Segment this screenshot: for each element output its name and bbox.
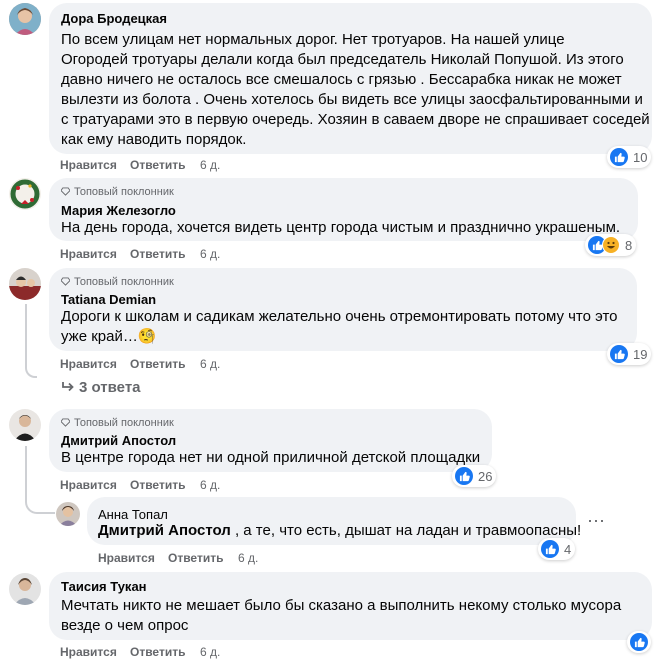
comment-author[interactable]: Дмитрий Апостол	[61, 433, 176, 448]
reaction-count[interactable]: 4	[538, 538, 576, 560]
reply-author[interactable]: Анна Топал	[98, 507, 168, 522]
comment-text-line: В центре города нет ни одной приличной д…	[61, 449, 481, 466]
avatar[interactable]	[56, 502, 80, 526]
avatar[interactable]	[9, 409, 41, 441]
comment-text-line: везде о чем опрос	[61, 617, 189, 634]
comment-text-line: Мечтать никто не мешает было бы сказано …	[61, 597, 622, 614]
diamond-icon	[61, 277, 70, 286]
like-button[interactable]: Нравится	[60, 645, 117, 659]
reply-button[interactable]: Ответить	[130, 645, 185, 659]
diamond-icon	[61, 187, 70, 196]
comment-text-line: На день города, хочется видеть центр гор…	[61, 219, 621, 236]
avatar[interactable]	[9, 178, 41, 210]
reply-button[interactable]: Ответить	[130, 158, 185, 172]
timestamp[interactable]: 6 д.	[200, 357, 220, 371]
timestamp[interactable]: 6 д.	[200, 247, 220, 261]
top-fan-badge: Топовый поклонник	[61, 417, 174, 429]
like-button[interactable]: Нравится	[60, 357, 117, 371]
comment-text-line: с тратуарами это в первую очередь. Хозяи…	[61, 111, 650, 128]
reaction-count[interactable]: 8	[585, 234, 637, 256]
comment-text-line: как ему наводить порядок.	[61, 131, 247, 148]
view-replies-link[interactable]: 3 ответа	[61, 379, 141, 396]
like-icon	[541, 540, 559, 558]
timestamp[interactable]: 6 д.	[200, 158, 220, 172]
timestamp[interactable]: 6 д.	[200, 645, 220, 659]
mention-link[interactable]: Дмитрий Апостол	[98, 522, 231, 539]
reaction-count[interactable]: 26	[452, 465, 497, 487]
avatar[interactable]	[9, 573, 41, 605]
reply-button[interactable]: Ответить	[130, 357, 185, 371]
top-fan-badge: Топовый поклонник	[61, 276, 174, 288]
comment-author[interactable]: Tatiana Demian	[61, 292, 156, 307]
comment-text-line: вылезти из болота . Очень хотелось бы ви…	[61, 91, 643, 108]
avatar[interactable]	[9, 268, 41, 300]
reply-button[interactable]: Ответить	[168, 551, 223, 565]
haha-icon	[602, 236, 620, 254]
comment-actions: Нравится Ответить 6 д.	[60, 645, 260, 661]
more-options-icon[interactable]: ⋯	[587, 511, 605, 532]
reply-arrow-icon	[62, 382, 74, 392]
comment-text-line: Огородей тротуары делали когда был предс…	[61, 51, 624, 68]
timestamp[interactable]: 6 д.	[200, 478, 220, 492]
comment-author[interactable]: Дора Бродецкая	[61, 11, 167, 26]
like-button[interactable]: Нравится	[60, 247, 117, 261]
like-icon	[610, 148, 628, 166]
reaction-count[interactable]: 10	[607, 146, 652, 168]
reply-actions: Нравится Ответить 6 д.	[98, 551, 298, 567]
reply-button[interactable]: Ответить	[130, 478, 185, 492]
reaction-count[interactable]	[627, 631, 651, 653]
like-icon	[455, 467, 473, 485]
comment-actions: Нравится Ответить 6 д.	[60, 357, 260, 373]
comment-actions: Нравится Ответить 6 д.	[60, 158, 260, 174]
reply-text: Дмитрий Апостол , а те, что есть, дышат …	[98, 522, 582, 539]
comment-text-line: уже край…🧐	[61, 328, 157, 345]
diamond-icon	[61, 418, 70, 427]
like-button[interactable]: Нравится	[60, 478, 117, 492]
comment-text-line: давно ничего не осталось все смешалось с…	[61, 71, 622, 88]
timestamp[interactable]: 6 д.	[238, 551, 258, 565]
comment-text-line: По всем улицам нет нормальных дорог. Нет…	[61, 31, 565, 48]
like-button[interactable]: Нравится	[98, 551, 155, 565]
comment-actions: Нравится Ответить 6 д.	[60, 247, 260, 263]
reaction-count[interactable]: 19	[607, 343, 652, 365]
like-icon	[610, 345, 628, 363]
comment-actions: Нравится Ответить 6 д.	[60, 478, 260, 494]
comment-text-line: Дороги к школам и садикам желательно оче…	[61, 308, 618, 325]
top-fan-badge: Топовый поклонник	[61, 186, 174, 198]
reply-button[interactable]: Ответить	[130, 247, 185, 261]
thread-line	[25, 304, 37, 378]
like-icon	[630, 633, 648, 651]
avatar[interactable]	[9, 3, 41, 35]
like-button[interactable]: Нравится	[60, 158, 117, 172]
comment-author[interactable]: Мария Железогло	[61, 203, 176, 218]
comment-author[interactable]: Таисия Тукан	[61, 579, 147, 594]
